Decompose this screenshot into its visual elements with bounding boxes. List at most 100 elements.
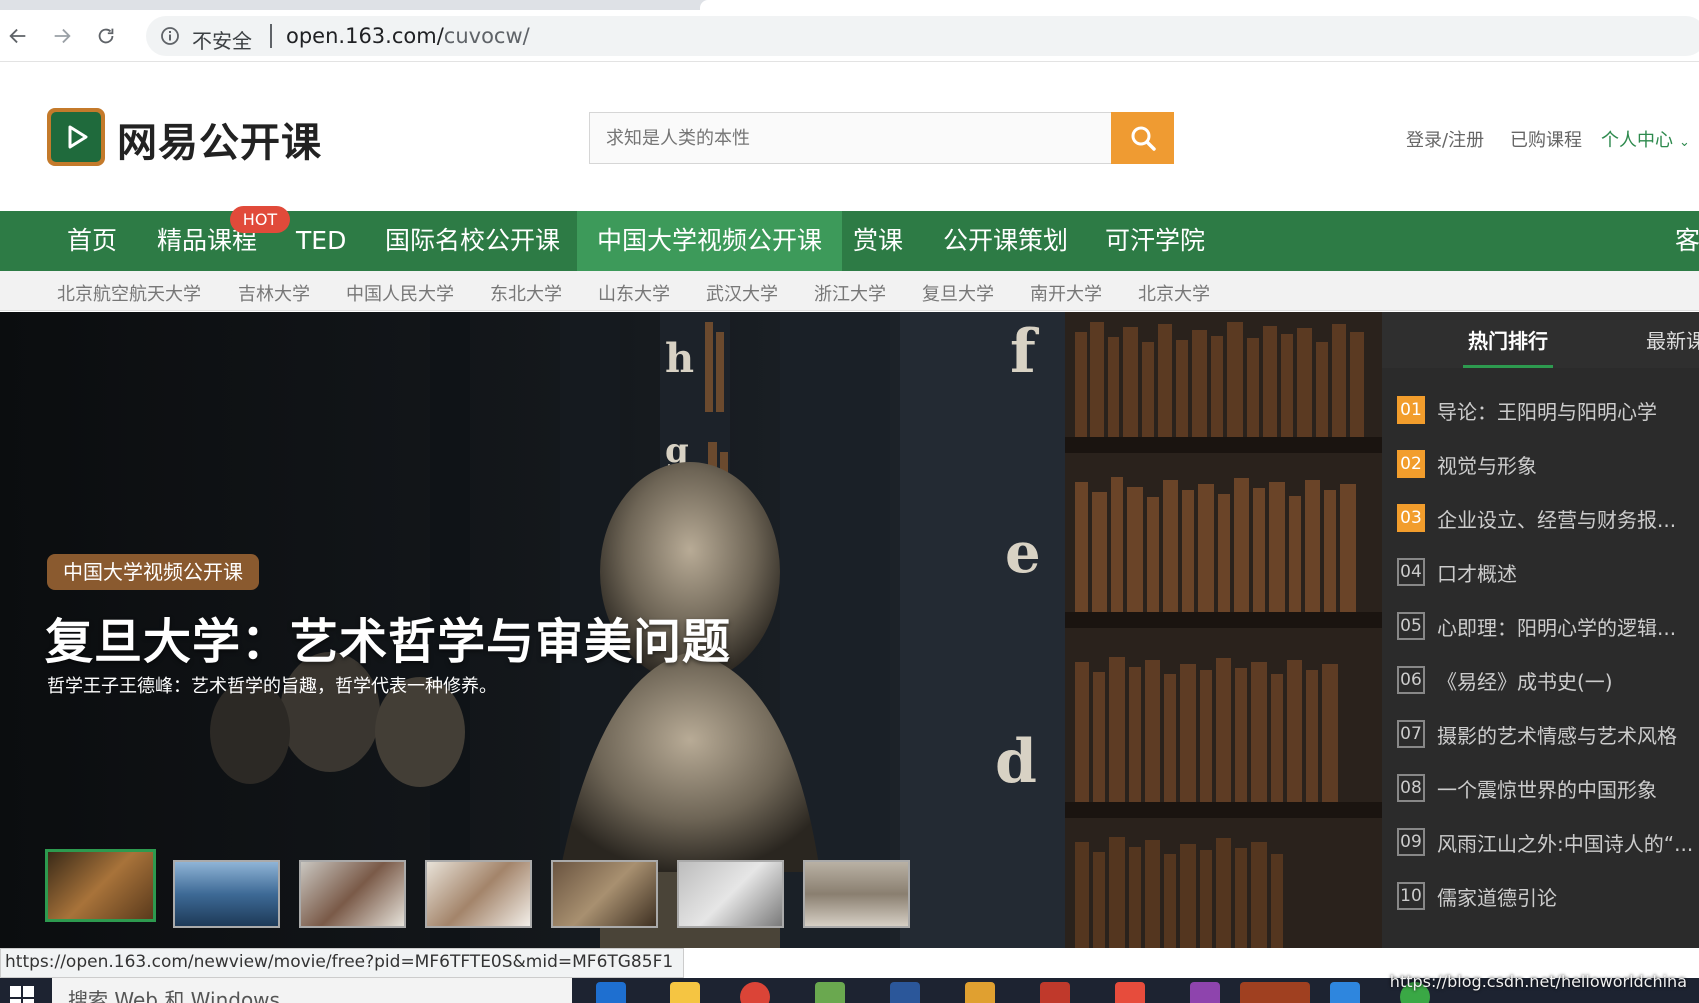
rank-number: 03 <box>1397 504 1425 532</box>
rank-number: 06 <box>1397 666 1425 694</box>
logo-text[interactable]: 网易公开课 <box>117 110 322 168</box>
personal-center-label: 个人中心 <box>1601 130 1673 151</box>
carousel-thumbnail[interactable] <box>425 860 532 928</box>
nav-international-courses[interactable]: 国际名校公开课 <box>385 211 560 271</box>
rank-title: 导论：王阳明与阳明心学 <box>1437 400 1657 424</box>
search-input[interactable] <box>589 112 1112 164</box>
forward-button[interactable] <box>48 22 76 50</box>
university-link[interactable]: 武汉大学 <box>706 280 778 306</box>
ranking-item[interactable]: 04 口才概述 <box>1397 556 1699 586</box>
hero-title[interactable]: 复旦大学：艺术哲学与审美问题 <box>45 602 731 672</box>
reload-icon <box>98 28 114 44</box>
reload-button[interactable] <box>92 22 120 50</box>
university-link[interactable]: 山东大学 <box>598 280 670 306</box>
carousel-thumbnail[interactable] <box>173 860 280 928</box>
taskbar-search-text: 搜索 Web 和 Windows <box>68 988 280 1003</box>
edge-icon[interactable] <box>596 982 626 1003</box>
main-nav: 首页 精品课程 HOT TED 国际名校公开课 中国大学视频公开课 赏课 公开课… <box>0 206 1699 271</box>
ranking-panel: 热门排行 最新课 01 导论：王阳明与阳明心学 02 视觉与形象 03 企业设立… <box>1382 312 1699 948</box>
app-icon[interactable] <box>1040 982 1070 1003</box>
url-text[interactable]: open.163.com/cuvocw/ <box>286 24 530 48</box>
play-logo-icon <box>51 112 101 162</box>
carousel-thumbnail[interactable] <box>677 860 784 928</box>
rank-number: 01 <box>1397 396 1425 424</box>
ranking-item[interactable]: 05 心即理：阳明心学的逻辑... <box>1397 610 1699 640</box>
tab-hot-ranking[interactable]: 热门排行 <box>1468 325 1548 354</box>
ranking-item[interactable]: 10 儒家道德引论 <box>1397 880 1699 910</box>
personal-center-link[interactable]: 个人中心 ⌄ <box>1601 126 1690 152</box>
address-bar[interactable]: 不安全 open.163.com/cuvocw/ <box>146 16 1699 56</box>
search-button[interactable] <box>1111 112 1174 164</box>
nav-planning[interactable]: 公开课策划 <box>943 211 1068 271</box>
rank-title: 摄影的艺术情感与艺术风格 <box>1437 724 1677 748</box>
active-tab-indicator <box>1463 365 1553 368</box>
search-icon <box>1131 126 1156 151</box>
carousel-thumbnail[interactable] <box>803 860 910 928</box>
app-icon[interactable] <box>965 982 995 1003</box>
logo[interactable] <box>47 108 105 166</box>
rank-title: 口才概述 <box>1437 562 1517 586</box>
browser-tabstrip <box>0 0 1699 10</box>
watermark: https://blog.csdn.net/helloworldchina <box>1389 972 1687 991</box>
back-button[interactable] <box>4 22 32 50</box>
carousel-thumbnail[interactable] <box>551 860 658 928</box>
app-icon[interactable] <box>815 982 845 1003</box>
purchased-courses-link[interactable]: 已购课程 <box>1510 126 1582 152</box>
active-tab[interactable] <box>700 0 1699 10</box>
nav-appreciation[interactable]: 赏课 <box>853 211 903 271</box>
svg-text:h: h <box>665 335 694 382</box>
link-status-bar: https://open.163.com/newview/movie/free?… <box>0 948 685 978</box>
rank-title: 心即理：阳明心学的逻辑... <box>1437 616 1677 640</box>
hero-banner[interactable]: f e d h g 中国大学视频公开课 复旦大学：艺术哲学与审美问题 哲学王子王… <box>0 312 1382 948</box>
university-link[interactable]: 东北大学 <box>490 280 562 306</box>
ranking-item[interactable]: 01 导论：王阳明与阳明心学 <box>1397 394 1699 424</box>
rank-title: 《易经》成书史(一) <box>1437 670 1613 694</box>
ranking-item[interactable]: 06 《易经》成书史(一) <box>1397 664 1699 694</box>
rank-title: 风雨江山之外:中国诗人的“... <box>1437 832 1694 856</box>
hero-category-tag[interactable]: 中国大学视频公开课 <box>47 554 259 590</box>
ranking-item[interactable]: 02 视觉与形象 <box>1397 448 1699 478</box>
ranking-item[interactable]: 09 风雨江山之外:中国诗人的“... <box>1397 826 1699 856</box>
arrow-left-icon <box>9 28 26 44</box>
university-link[interactable]: 中国人民大学 <box>346 280 454 306</box>
university-bar: 北京航空航天大学 吉林大学 中国人民大学 东北大学 山东大学 武汉大学 浙江大学… <box>0 271 1699 311</box>
rank-number: 05 <box>1397 612 1425 640</box>
nav-china-university-courses[interactable]: 中国大学视频公开课 <box>577 211 843 271</box>
word-icon[interactable] <box>890 982 920 1003</box>
url-domain: open.163.com/ <box>286 24 444 48</box>
chevron-down-icon: ⌄ <box>1679 135 1690 150</box>
nav-client[interactable]: 客 <box>1675 211 1699 271</box>
nav-ted[interactable]: TED <box>296 211 346 271</box>
login-link[interactable]: 登录/注册 <box>1406 126 1484 152</box>
carousel-thumbnail[interactable] <box>299 860 406 928</box>
nav-khan-academy[interactable]: 可汗学院 <box>1105 211 1205 271</box>
university-link[interactable]: 北京航空航天大学 <box>57 280 201 306</box>
browser-toolbar: 不安全 open.163.com/cuvocw/ <box>0 10 1699 62</box>
nav-home[interactable]: 首页 <box>67 211 117 271</box>
university-link[interactable]: 浙江大学 <box>814 280 886 306</box>
taskbar-search-box[interactable]: 搜索 Web 和 Windows <box>52 978 572 1003</box>
app-icon[interactable] <box>1190 982 1220 1003</box>
ranking-item[interactable]: 03 企业设立、经营与财务报... <box>1397 502 1699 532</box>
app-icon[interactable] <box>1240 982 1310 1003</box>
file-explorer-icon[interactable] <box>670 982 700 1003</box>
rank-title: 儒家道德引论 <box>1437 886 1557 910</box>
university-link[interactable]: 复旦大学 <box>922 280 994 306</box>
arrow-right-icon <box>54 28 71 44</box>
ranking-item[interactable]: 08 一个震惊世界的中国形象 <box>1397 772 1699 802</box>
hero-subtitle: 哲学王子王德峰：艺术哲学的旨趣，哲学代表一种修养。 <box>47 676 497 697</box>
tab-latest[interactable]: 最新课 <box>1646 325 1699 354</box>
ranking-item[interactable]: 07 摄影的艺术情感与艺术风格 <box>1397 718 1699 748</box>
rank-title: 一个震惊世界的中国形象 <box>1437 778 1657 802</box>
university-link[interactable]: 北京大学 <box>1138 280 1210 306</box>
app-icon[interactable] <box>1330 982 1360 1003</box>
app-icon[interactable] <box>1115 982 1145 1003</box>
university-link[interactable]: 吉林大学 <box>238 280 310 306</box>
carousel-thumbnail[interactable] <box>45 849 156 922</box>
info-icon[interactable] <box>160 26 180 46</box>
rank-title: 企业设立、经营与财务报... <box>1437 508 1677 532</box>
university-link[interactable]: 南开大学 <box>1030 280 1102 306</box>
url-path: cuvocw/ <box>443 24 530 48</box>
windows-start-icon[interactable] <box>10 986 34 1003</box>
chrome-icon[interactable] <box>740 982 770 1003</box>
